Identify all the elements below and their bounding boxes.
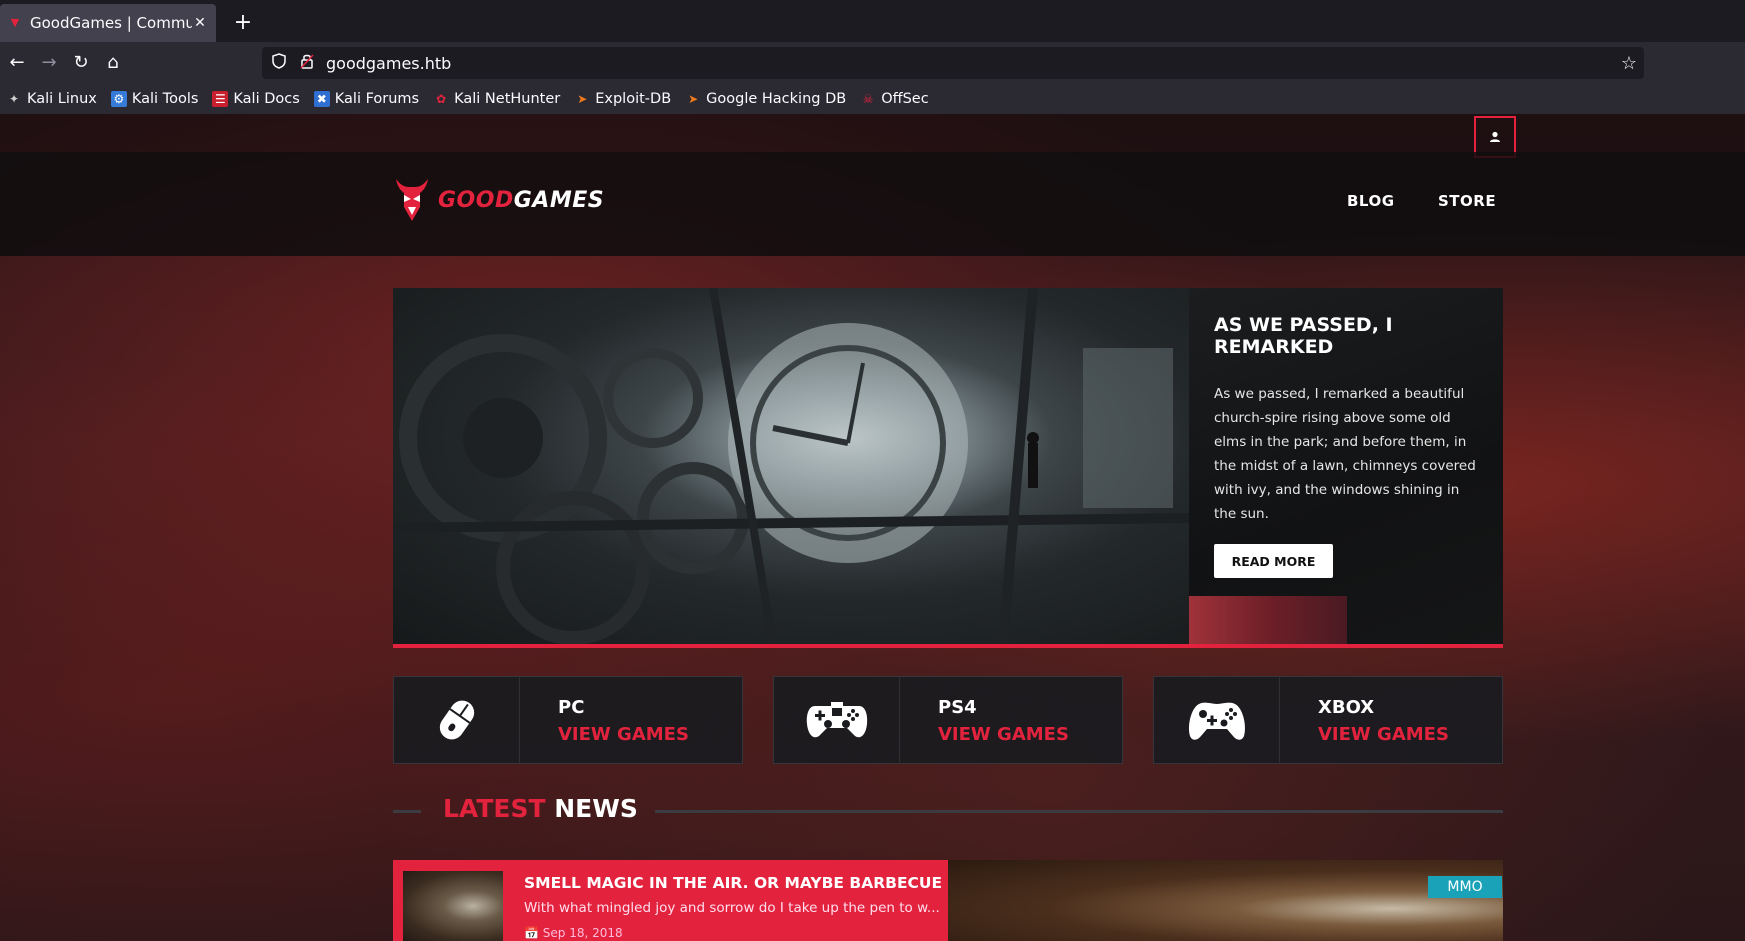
hero-slider: AS WE PASSED, I REMARKED As we passed, I… <box>393 288 1503 648</box>
news-category-badge[interactable]: MMO <box>1428 876 1502 898</box>
category-name: XBOX <box>1318 697 1375 718</box>
news-date: 📅 Sep 18, 2018 <box>524 926 623 940</box>
bookmark-offsec[interactable]: ☠ OffSec <box>860 91 929 107</box>
kali-docs-icon: ☰ <box>212 91 229 107</box>
view-games-link[interactable]: VIEW GAMES <box>558 724 689 745</box>
hero-image-clocktower[interactable] <box>393 288 1189 644</box>
bookmark-kali-forums[interactable]: ✖ Kali Forums <box>313 91 419 107</box>
xbox-gamepad-icon <box>1188 702 1245 740</box>
heading-divider-left <box>393 810 421 813</box>
home-icon[interactable]: ⌂ <box>98 48 128 78</box>
news-featured-image[interactable] <box>948 860 1503 941</box>
bookmark-exploit-db[interactable]: ➤ Exploit-DB <box>574 91 671 107</box>
mouse-icon <box>439 700 474 740</box>
kali-tools-icon: ⚙ <box>110 91 127 107</box>
hero-title: AS WE PASSED, I REMARKED <box>1214 314 1393 358</box>
nav-store-link[interactable]: STORE <box>1438 192 1496 210</box>
bookmark-kali-linux[interactable]: ✦ Kali Linux <box>6 91 97 107</box>
category-ps4[interactable]: PS4 VIEW GAMES <box>773 676 1123 764</box>
forward-arrow-icon[interactable]: → <box>34 48 64 78</box>
shield-icon[interactable] <box>268 53 290 73</box>
bookmark-kali-docs[interactable]: ☰ Kali Docs <box>212 91 300 107</box>
kali-dragon-icon: ✦ <box>8 92 20 106</box>
read-more-button[interactable]: READ MORE <box>1214 544 1333 578</box>
ps4-gamepad-icon <box>806 702 867 738</box>
calendar-icon: 📅 <box>524 926 543 940</box>
kali-forums-icon: ✖ <box>313 91 330 107</box>
category-xbox[interactable]: XBOX VIEW GAMES <box>1153 676 1503 764</box>
hero-caption-panel: AS WE PASSED, I REMARKED As we passed, I… <box>1189 288 1503 644</box>
view-games-link[interactable]: VIEW GAMES <box>938 724 1069 745</box>
close-tab-icon[interactable]: ✕ <box>192 15 208 31</box>
latest-news-title: LATEST NEWS <box>443 794 638 823</box>
news-thumbnail[interactable] <box>403 871 503 941</box>
back-arrow-icon[interactable]: ← <box>2 48 32 78</box>
bookmarks-toolbar: ✦ Kali Linux ⚙ Kali Tools ☰ Kali Docs ✖ Kali… <box>0 84 1745 114</box>
latest-news-heading: LATEST NEWS <box>393 792 1503 828</box>
news-card-text-panel: SMELL MAGIC IN THE AIR. OR MAYBE BARBECU… <box>393 860 948 941</box>
logo-text: GOODGAMES <box>438 187 605 213</box>
bookmark-star-icon[interactable]: ☆ <box>1614 53 1644 74</box>
nav-blog-link[interactable]: BLOG <box>1347 192 1395 210</box>
user-icon <box>1490 131 1500 142</box>
goodgames-favicon-icon: ▼ <box>10 16 20 29</box>
category-name: PC <box>558 697 585 718</box>
url-input[interactable] <box>318 53 1614 73</box>
hero-accent-bar <box>393 644 1503 648</box>
tab-bar: ▼ GoodGames | Community and Store ✕ + <box>0 0 1745 42</box>
bookmark-google-hacking-db[interactable]: ➤ Google Hacking DB <box>685 91 846 107</box>
tab-title: GoodGames | Community and Store <box>30 14 192 32</box>
offsec-icon: ☠ <box>862 92 874 106</box>
site-header: GOODGAMES BLOG STORE <box>0 152 1745 256</box>
category-icon-wrap <box>394 677 520 763</box>
category-pc[interactable]: PC VIEW GAMES <box>393 676 743 764</box>
nethunter-icon: ✿ <box>436 92 447 106</box>
url-bar[interactable]: ☆ <box>262 47 1644 79</box>
reload-icon[interactable]: ↻ <box>66 48 96 78</box>
heading-divider-right <box>655 810 1503 813</box>
news-card[interactable]: SMELL MAGIC IN THE AIR. OR MAYBE BARBECU… <box>393 860 1503 941</box>
demon-mask-logo-icon <box>392 177 432 223</box>
ghdb-icon: ➤ <box>688 92 699 106</box>
insecure-lock-icon[interactable] <box>296 53 318 73</box>
hero-thumbnail[interactable] <box>1189 596 1347 644</box>
new-tab-button[interactable]: + <box>228 8 258 38</box>
news-title[interactable]: SMELL MAGIC IN THE AIR. OR MAYBE BARBECU… <box>524 874 942 892</box>
category-icon-wrap <box>1154 677 1280 763</box>
exploit-db-icon: ➤ <box>577 92 588 106</box>
hero-text: As we passed, I remarked a beautiful chu… <box>1214 386 1476 522</box>
view-games-link[interactable]: VIEW GAMES <box>1318 724 1449 745</box>
browser-tab[interactable]: ▼ GoodGames | Community and Store ✕ <box>0 4 216 42</box>
site-logo[interactable]: GOODGAMES <box>392 177 604 223</box>
bookmark-kali-tools[interactable]: ⚙ Kali Tools <box>110 91 198 107</box>
news-excerpt: With what mingled joy and sorrow do I ta… <box>524 900 940 916</box>
bookmark-kali-nethunter[interactable]: ✿ Kali NetHunter <box>433 91 560 107</box>
category-icon-wrap <box>774 677 900 763</box>
category-name: PS4 <box>938 697 977 718</box>
